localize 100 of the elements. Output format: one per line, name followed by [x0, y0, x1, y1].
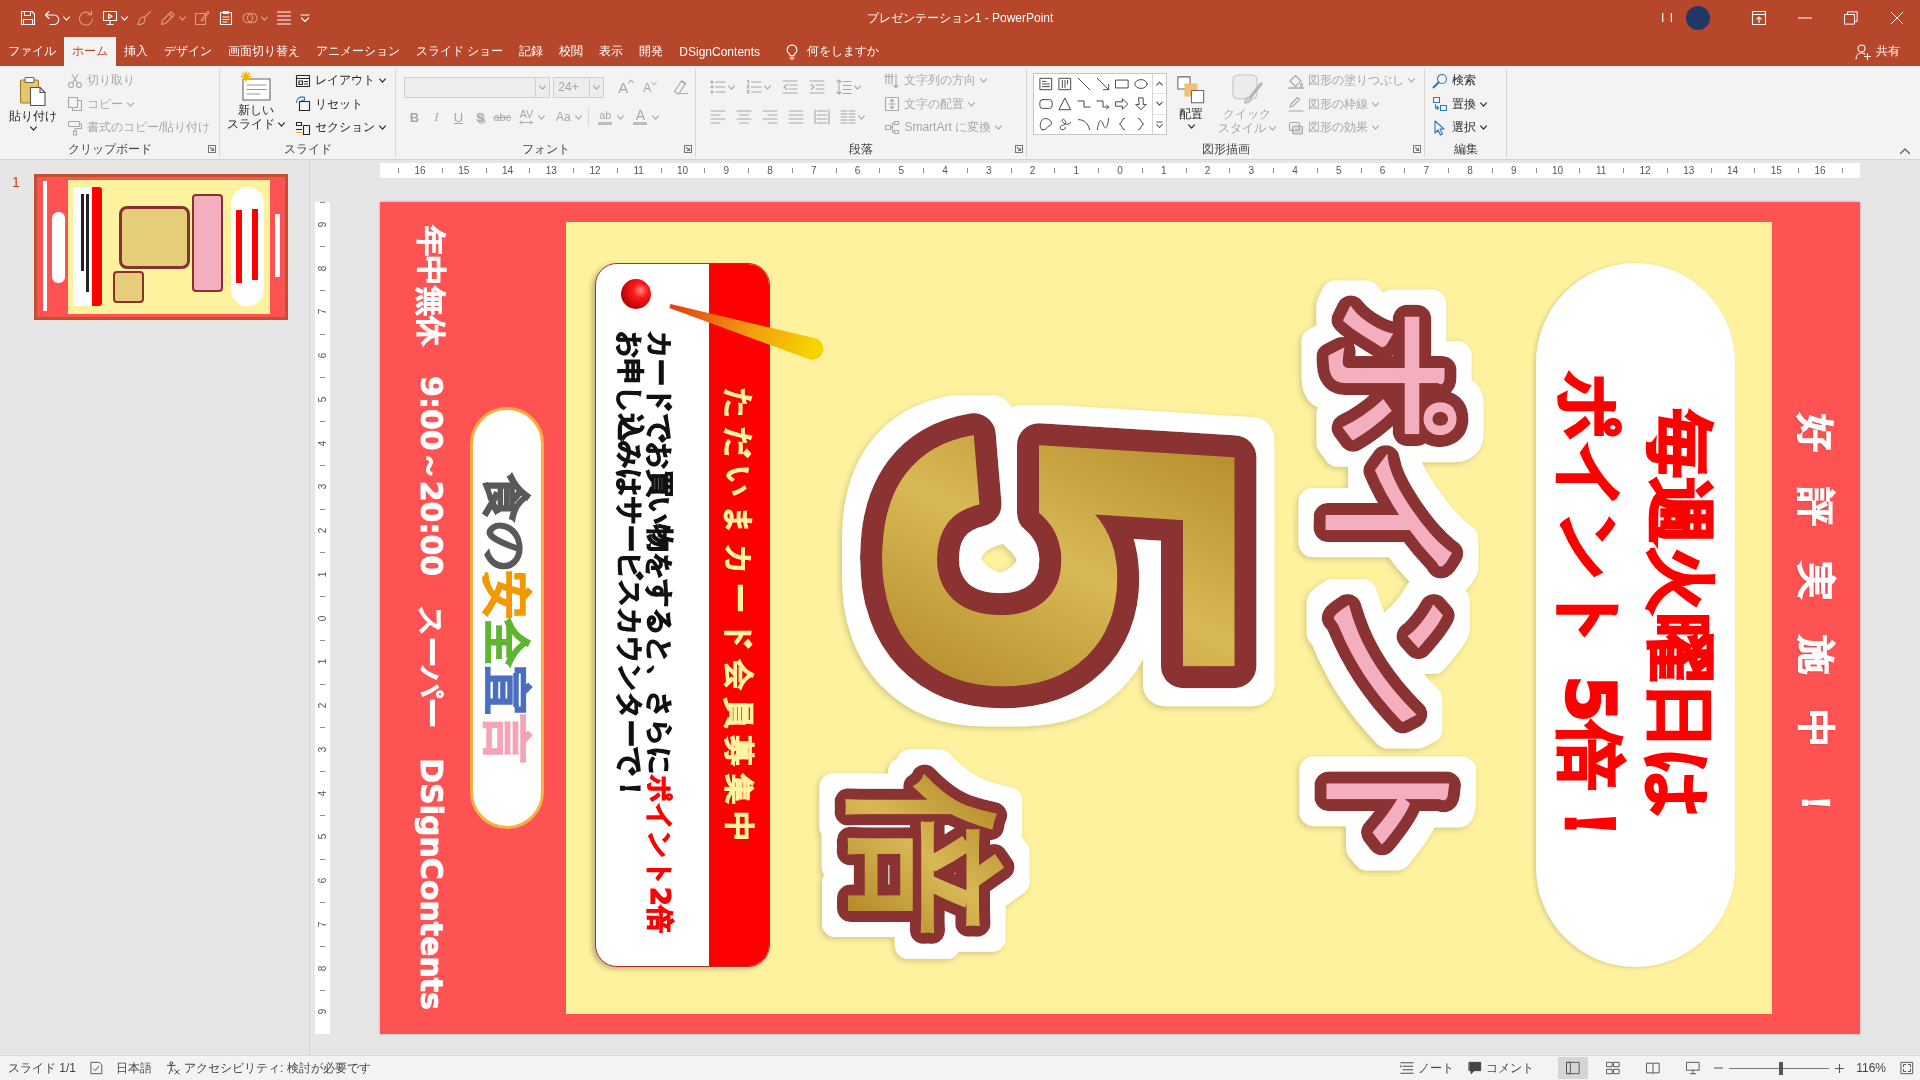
- comment-icon[interactable]: [1468, 1061, 1483, 1075]
- caret-icon[interactable]: [1480, 125, 1488, 131]
- more-icon[interactable]: [1156, 120, 1164, 128]
- caret-icon[interactable]: [379, 78, 387, 84]
- ribbon-tab[interactable]: ホーム: [64, 37, 116, 66]
- vertical-text-box-icon[interactable]: [1057, 77, 1072, 91]
- caret-icon[interactable]: [278, 122, 286, 128]
- ribbon-tab[interactable]: スライド ショー: [408, 37, 512, 66]
- restore-icon[interactable]: [1844, 11, 1858, 25]
- lines-icon[interactable]: [276, 10, 292, 26]
- clipboard-paste-icon[interactable]: [17, 75, 49, 107]
- right-arrow-icon[interactable]: [1114, 97, 1129, 111]
- notes-icon[interactable]: [1400, 1061, 1415, 1075]
- comments-button[interactable]: コメント: [1468, 1060, 1535, 1076]
- find-button[interactable]: 検索: [1429, 69, 1491, 93]
- close-icon[interactable]: [1890, 11, 1904, 25]
- paste-button[interactable]: 貼り付け: [6, 69, 60, 131]
- collapse-ribbon-icon[interactable]: [1900, 148, 1910, 154]
- caret-icon[interactable]: [1480, 101, 1488, 107]
- normal-view-button[interactable]: [1558, 1057, 1589, 1079]
- caret-icon[interactable]: [29, 126, 37, 131]
- replace-button[interactable]: 置換: [1429, 92, 1491, 116]
- text-box-icon[interactable]: [1038, 77, 1053, 91]
- new-slide-icon[interactable]: [240, 71, 273, 101]
- smartart-icon[interactable]: [884, 119, 901, 136]
- new-slide-button[interactable]: 新しい スライド: [224, 69, 289, 131]
- floppy-disk-icon[interactable]: [20, 10, 36, 26]
- line-icon[interactable]: [1076, 77, 1091, 91]
- person-add-icon[interactable]: [1855, 43, 1871, 60]
- ribbon-display-options-icon[interactable]: [1751, 10, 1767, 26]
- layout-button[interactable]: レイアウト: [292, 69, 390, 93]
- clipboard-icon[interactable]: [218, 10, 234, 26]
- text-direction-icon[interactable]: [884, 72, 901, 89]
- avatar-icon[interactable]: [1686, 6, 1710, 30]
- triangle-icon[interactable]: [1057, 97, 1072, 111]
- slide-show-icon[interactable]: [1686, 1061, 1701, 1075]
- undo-arrow-icon[interactable]: [44, 10, 60, 26]
- down-arrow-icon[interactable]: [1133, 97, 1148, 111]
- fit-to-window-icon[interactable]: [1900, 1061, 1914, 1075]
- shape-gallery[interactable]: [1033, 73, 1168, 135]
- ribbon-tab[interactable]: 記録: [511, 37, 552, 66]
- share-button[interactable]: 共有: [1855, 37, 1900, 66]
- curve-icon[interactable]: [1095, 117, 1110, 131]
- rectangle-icon[interactable]: [1114, 77, 1129, 91]
- dialog-launcher-icon[interactable]: [1015, 145, 1024, 153]
- arrange-icon[interactable]: [1176, 75, 1207, 105]
- scribble-icon[interactable]: [1057, 117, 1072, 131]
- ribbon-tab[interactable]: アニメーション: [308, 37, 408, 66]
- play-screen-icon[interactable]: [102, 10, 118, 26]
- section-button[interactable]: セクション: [292, 116, 390, 140]
- line-spacing-icon[interactable]: [836, 79, 853, 95]
- dialog-launcher-icon[interactable]: [684, 145, 693, 153]
- ribbon-tab[interactable]: 表示: [591, 37, 632, 66]
- normal-view-icon[interactable]: [1566, 1061, 1581, 1075]
- caret-icon[interactable]: [379, 125, 387, 131]
- scroll-up-icon[interactable]: [1156, 81, 1164, 87]
- account-name[interactable]: I I: [1661, 11, 1674, 25]
- ruler-number: 15: [1769, 165, 1783, 176]
- language-indicator[interactable]: 日本語: [116, 1060, 152, 1076]
- ribbon-tab[interactable]: 画面切り替え: [220, 37, 308, 66]
- ribbon-tab[interactable]: 校閲: [551, 37, 592, 66]
- freeform-icon[interactable]: [1038, 117, 1053, 131]
- accessibility-icon[interactable]: [166, 1061, 180, 1075]
- section-icon[interactable]: [295, 119, 312, 136]
- group-label: フォント: [521, 141, 570, 157]
- oval-icon[interactable]: [1133, 77, 1148, 91]
- numbering-icon[interactable]: [746, 79, 763, 95]
- tell-me-search[interactable]: 何をしますか: [784, 37, 880, 66]
- rounded-rectangle-icon[interactable]: [1038, 97, 1053, 111]
- dialog-launcher-icon[interactable]: [1413, 145, 1422, 153]
- notes-button[interactable]: ノート: [1400, 1060, 1455, 1076]
- caret-icon[interactable]: [1187, 124, 1195, 129]
- ribbon-tab[interactable]: DSignContents: [671, 37, 769, 66]
- select-button[interactable]: 選択: [1429, 116, 1491, 140]
- ribbon-tab[interactable]: 挿入: [116, 37, 156, 66]
- ruler-number: 5: [317, 832, 328, 841]
- reset-button[interactable]: リセット: [292, 92, 390, 116]
- reset-icon[interactable]: [295, 96, 312, 113]
- replace-icon[interactable]: [1432, 96, 1449, 113]
- zoom-in-icon[interactable]: [1835, 1063, 1845, 1073]
- arrow-line-icon[interactable]: [1095, 77, 1110, 91]
- dialog-launcher-icon[interactable]: [208, 145, 217, 153]
- ribbon-tab[interactable]: ファイル: [0, 37, 64, 66]
- align-text-icon[interactable]: [884, 96, 901, 113]
- ribbon-tab[interactable]: デザイン: [156, 37, 220, 66]
- zoom-level[interactable]: 116%: [1856, 1060, 1886, 1076]
- eraser-icon[interactable]: [673, 79, 690, 95]
- arrange-button[interactable]: 配置: [1173, 69, 1210, 129]
- layout-icon[interactable]: [295, 72, 312, 89]
- ribbon-tab[interactable]: 開発: [631, 37, 672, 66]
- slide-sorter-icon[interactable]: [1606, 1061, 1621, 1075]
- reading-view-icon[interactable]: [1646, 1061, 1661, 1075]
- double-arrow-icon[interactable]: [519, 120, 534, 125]
- scroll-down-icon[interactable]: [1156, 101, 1164, 107]
- elbow-arrow-icon[interactable]: [1095, 97, 1110, 111]
- arc-icon[interactable]: [1076, 117, 1091, 131]
- slider-thumb[interactable]: [1779, 1061, 1784, 1075]
- accessibility-button[interactable]: アクセシビリティ: 検討が必要です: [166, 1060, 371, 1076]
- document-check-icon[interactable]: [90, 1061, 104, 1075]
- search-icon[interactable]: [1432, 72, 1449, 89]
